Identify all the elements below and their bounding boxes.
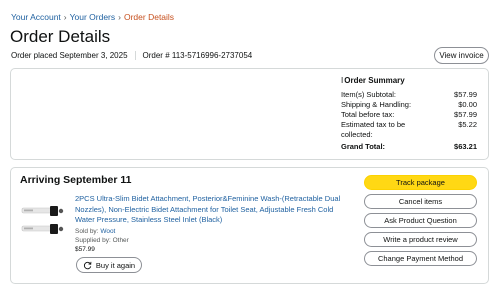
summary-label: Estimated tax to be collected:: [341, 120, 406, 139]
breadcrumb-separator: ›: [118, 12, 121, 22]
product-image[interactable]: [20, 196, 68, 244]
product-title-link[interactable]: 2PCS Ultra-Slim Bidet Attachment, Poster…: [75, 194, 355, 226]
summary-value: $57.99: [454, 110, 477, 119]
arrival-heading: Arriving September 11: [20, 174, 132, 186]
order-summary: I Order Summary Item(s) Subtotal: $57.99 …: [341, 76, 477, 152]
change-payment-method-button[interactable]: Change Payment Method: [364, 251, 477, 266]
item-price: $57.99: [75, 245, 95, 253]
order-number: Order # 113-5716996-2737054: [142, 51, 253, 60]
cancel-items-button[interactable]: Cancel items: [364, 194, 477, 209]
order-summary-heading: I Order Summary: [341, 76, 477, 85]
order-meta: Order placed September 3, 2025 Order # 11…: [11, 51, 253, 61]
summary-row-shipping: Shipping & Handling: $0.00: [341, 100, 477, 110]
breadcrumb-order-details[interactable]: Order Details: [124, 12, 174, 22]
sold-by-label: Sold by:: [75, 227, 99, 235]
write-review-button[interactable]: Write a product review: [364, 232, 477, 247]
summary-value: $5.22: [458, 120, 477, 129]
shipment-actions: Track package Cancel items Ask Product Q…: [364, 175, 477, 270]
summary-value: $57.99: [454, 90, 477, 99]
meta-divider: [134, 51, 136, 61]
summary-row-before-tax: Total before tax: $57.99: [341, 110, 477, 120]
supplied-by: Supplied by: Other: [75, 236, 129, 244]
summary-row-subtotal: Item(s) Subtotal: $57.99: [341, 90, 477, 100]
summary-row-tax: Estimated tax to be collected: $5.22: [341, 120, 477, 140]
page-title: Order Details: [10, 27, 111, 46]
product-details: 2PCS Ultra-Slim Bidet Attachment, Poster…: [75, 194, 355, 253]
breadcrumb-your-account[interactable]: Your Account: [11, 12, 61, 22]
order-placed-date: Order placed September 3, 2025: [11, 51, 128, 60]
buy-it-again-button[interactable]: Buy it again: [76, 257, 142, 273]
summary-row-grand-total: Grand Total: $63.21: [341, 142, 477, 152]
breadcrumb: Your Account › Your Orders › Order Details: [11, 12, 174, 22]
breadcrumb-separator: ›: [63, 12, 67, 22]
summary-label: Total before tax:: [341, 110, 395, 119]
breadcrumb-your-orders[interactable]: Your Orders: [70, 12, 116, 22]
track-package-button[interactable]: Track package: [364, 175, 477, 190]
buy-it-again-label: Buy it again: [95, 260, 136, 270]
grand-total-value: $63.21: [454, 142, 477, 151]
refresh-icon: [83, 261, 92, 270]
seller-link[interactable]: Woot: [100, 228, 115, 235]
summary-value: $0.00: [458, 100, 477, 109]
grand-total-label: Grand Total:: [341, 142, 386, 151]
summary-label: Shipping & Handling:: [341, 100, 412, 109]
order-summary-title: Order Summary: [344, 76, 405, 85]
text-cursor-icon: I: [341, 76, 344, 85]
summary-label: Item(s) Subtotal:: [341, 90, 397, 99]
ask-product-question-button[interactable]: Ask Product Question: [364, 213, 477, 228]
view-invoice-button[interactable]: View invoice: [434, 47, 489, 64]
sold-by: Sold by: Woot: [75, 228, 355, 235]
